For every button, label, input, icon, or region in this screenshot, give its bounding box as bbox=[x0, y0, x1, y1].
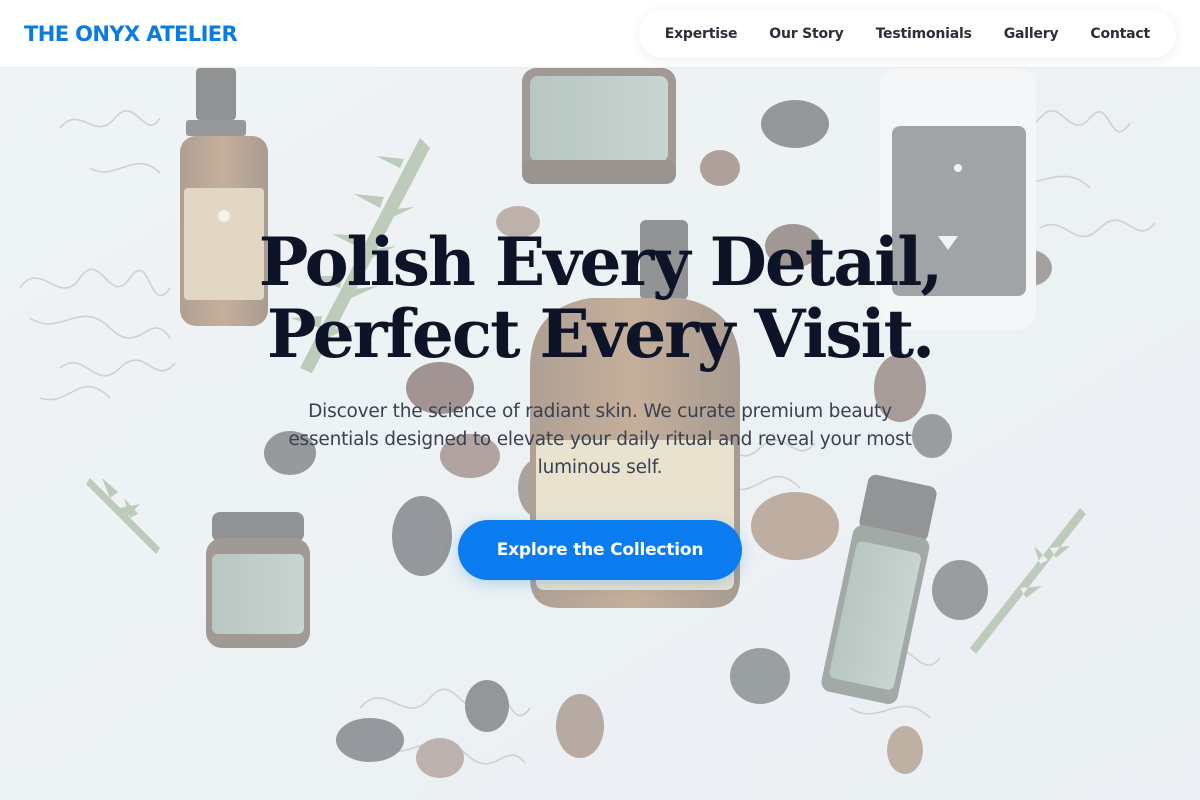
hero-title: Polish Every Detail, Perfect Every Visit… bbox=[0, 226, 1200, 370]
main-nav: Expertise Our Story Testimonials Gallery… bbox=[638, 9, 1176, 58]
nav-link-contact[interactable]: Contact bbox=[1074, 26, 1166, 42]
nav-link-gallery[interactable]: Gallery bbox=[988, 26, 1075, 42]
brand-logo[interactable]: THE ONYX ATELIER bbox=[24, 22, 238, 46]
site-header: THE ONYX ATELIER Expertise Our Story Tes… bbox=[0, 0, 1200, 68]
hero-subtitle: Discover the science of radiant skin. We… bbox=[288, 401, 912, 478]
hero-title-line-2: Perfect Every Visit. bbox=[266, 295, 935, 373]
hero-title-line-1: Polish Every Detail, bbox=[258, 223, 943, 301]
explore-collection-button[interactable]: Explore the Collection bbox=[458, 520, 742, 580]
nav-link-expertise[interactable]: Expertise bbox=[649, 26, 754, 42]
hero-content: Polish Every Detail, Perfect Every Visit… bbox=[0, 226, 1200, 580]
nav-link-testimonials[interactable]: Testimonials bbox=[860, 26, 988, 42]
nav-link-our-story[interactable]: Our Story bbox=[753, 26, 859, 42]
hero-section: Polish Every Detail, Perfect Every Visit… bbox=[0, 68, 1200, 800]
